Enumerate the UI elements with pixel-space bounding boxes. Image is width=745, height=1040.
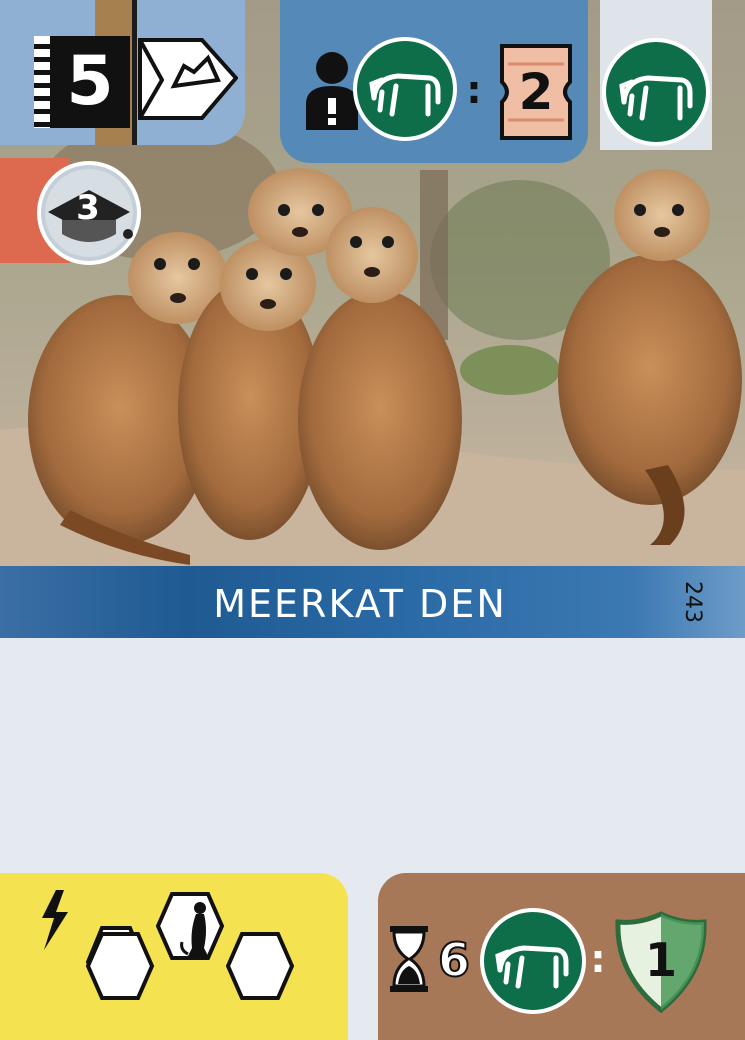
cost-box: 5 bbox=[34, 36, 130, 128]
grazing-animal-icon bbox=[480, 908, 586, 1014]
cost-value: 5 bbox=[66, 42, 114, 121]
badge-value: 3 bbox=[76, 188, 100, 228]
grazing-animal-icon bbox=[602, 38, 710, 146]
appeal-separator: : bbox=[590, 937, 606, 981]
meerkat-icon bbox=[180, 902, 208, 956]
film-strip-icon bbox=[34, 36, 50, 128]
ticket-value: 2 bbox=[518, 63, 554, 121]
card-title: MEERKAT DEN bbox=[213, 582, 507, 626]
hourglass-icon bbox=[390, 926, 428, 992]
condition-separator: : bbox=[466, 68, 482, 112]
lightning-icon bbox=[42, 890, 68, 950]
grazing-animal-icon bbox=[353, 37, 457, 141]
shield-value: 1 bbox=[644, 933, 677, 987]
flag-rock-icon bbox=[138, 38, 238, 120]
card-number: 243 bbox=[680, 581, 705, 623]
game-card: 5 3 : 2 MEERKAT DEN 243 6: 1 bbox=[0, 0, 745, 1040]
ability-text-area bbox=[0, 638, 745, 874]
time-value: 6 bbox=[437, 932, 471, 988]
